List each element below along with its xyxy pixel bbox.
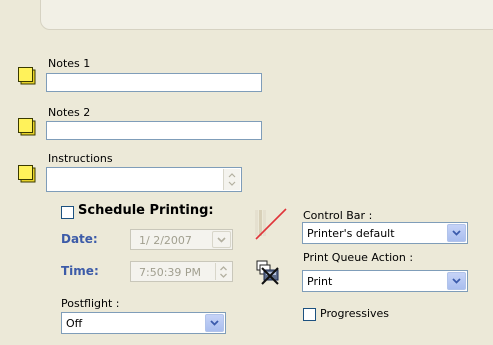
date-label: Date: bbox=[61, 232, 98, 246]
postflight-label: Postflight : bbox=[61, 297, 120, 310]
chevron-down-icon bbox=[217, 236, 226, 243]
date-field[interactable]: 1/ 2/2007 bbox=[130, 229, 233, 250]
instructions-label: Instructions bbox=[48, 152, 113, 165]
control-bar-dropdown-button[interactable] bbox=[447, 224, 466, 242]
progressives-checkbox[interactable] bbox=[303, 308, 316, 321]
control-bar-select[interactable]: Printer's default bbox=[302, 222, 468, 244]
time-label: Time: bbox=[61, 264, 99, 278]
notes2-label: Notes 2 bbox=[48, 106, 91, 119]
notes2-field[interactable] bbox=[46, 121, 262, 140]
note-icon bbox=[17, 117, 37, 137]
instructions-scrollbar[interactable] bbox=[223, 169, 240, 190]
top-panel bbox=[40, 0, 493, 30]
postflight-dropdown-button[interactable] bbox=[205, 314, 224, 332]
note-icon bbox=[17, 66, 37, 86]
control-bar-label: Control Bar : bbox=[303, 209, 373, 222]
progressives-label: Progressives bbox=[320, 307, 390, 320]
print-queue-icon bbox=[254, 258, 282, 286]
instructions-field[interactable] bbox=[46, 167, 242, 192]
time-spinner[interactable] bbox=[215, 263, 231, 280]
time-value: 7:50:39 PM bbox=[139, 266, 202, 279]
print-queue-select[interactable]: Print bbox=[302, 270, 468, 292]
print-queue-dropdown-button[interactable] bbox=[447, 272, 466, 290]
chevron-down-icon bbox=[452, 278, 461, 284]
chevron-down-icon bbox=[210, 320, 219, 326]
notes1-field[interactable] bbox=[46, 73, 262, 92]
schedule-printing-label: Schedule Printing: bbox=[78, 203, 214, 218]
date-value: 1/ 2/2007 bbox=[139, 234, 192, 247]
print-queue-label: Print Queue Action : bbox=[303, 251, 414, 264]
print-queue-value: Print bbox=[307, 275, 333, 288]
chevron-down-icon bbox=[452, 230, 461, 236]
postflight-select[interactable]: Off bbox=[61, 312, 226, 334]
control-bar-value: Printer's default bbox=[307, 227, 395, 240]
note-icon bbox=[17, 164, 37, 184]
postflight-value: Off bbox=[66, 317, 83, 330]
date-dropdown-button[interactable] bbox=[212, 231, 231, 248]
time-field[interactable]: 7:50:39 PM bbox=[130, 261, 233, 282]
schedule-printing-checkbox[interactable] bbox=[61, 206, 74, 219]
control-bar-disabled-icon bbox=[252, 206, 288, 240]
notes1-label: Notes 1 bbox=[48, 57, 91, 70]
